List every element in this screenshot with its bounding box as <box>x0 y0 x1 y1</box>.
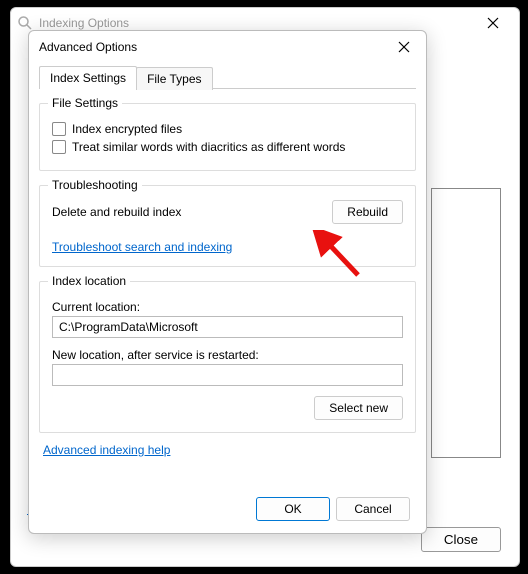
troubleshoot-link[interactable]: Troubleshoot search and indexing <box>52 240 232 254</box>
adv-close-button[interactable] <box>392 35 416 59</box>
ok-button[interactable]: OK <box>256 497 330 521</box>
label-delete-rebuild: Delete and rebuild index <box>52 205 181 219</box>
rebuild-button[interactable]: Rebuild <box>332 200 403 224</box>
file-settings-group: File Settings Index encrypted files Trea… <box>39 103 416 171</box>
index-location-legend: Index location <box>48 274 130 288</box>
checkbox-diacritics[interactable] <box>52 140 66 154</box>
tab-index-settings[interactable]: Index Settings <box>39 66 137 89</box>
label-diacritics: Treat similar words with diacritics as d… <box>72 140 345 154</box>
bg-title: Indexing Options <box>39 16 129 30</box>
advanced-options-dialog: Advanced Options Index Settings File Typ… <box>28 30 427 534</box>
troubleshooting-group: Troubleshooting Delete and rebuild index… <box>39 185 416 267</box>
tab-file-types[interactable]: File Types <box>136 67 212 90</box>
current-location-label: Current location: <box>52 300 403 314</box>
bg-locations-list[interactable] <box>431 188 501 458</box>
new-location-field[interactable] <box>52 364 403 386</box>
cancel-button[interactable]: Cancel <box>336 497 410 521</box>
current-location-field[interactable] <box>52 316 403 338</box>
adv-titlebar: Advanced Options <box>29 31 426 63</box>
close-icon <box>487 17 499 29</box>
close-icon <box>398 41 410 53</box>
bg-close-btn[interactable]: Close <box>421 527 501 552</box>
search-icon <box>17 15 33 31</box>
checkbox-index-encrypted[interactable] <box>52 122 66 136</box>
advanced-indexing-help-link[interactable]: Advanced indexing help <box>43 443 170 457</box>
troubleshooting-legend: Troubleshooting <box>48 178 142 192</box>
new-location-label: New location, after service is restarted… <box>52 348 403 362</box>
select-new-button[interactable]: Select new <box>314 396 403 420</box>
tabstrip: Index Settings File Types <box>39 65 416 89</box>
bg-close-button[interactable] <box>473 9 513 37</box>
file-settings-legend: File Settings <box>48 96 122 110</box>
index-location-group: Index location Current location: New loc… <box>39 281 416 433</box>
adv-title: Advanced Options <box>39 40 137 54</box>
label-index-encrypted: Index encrypted files <box>72 122 182 136</box>
